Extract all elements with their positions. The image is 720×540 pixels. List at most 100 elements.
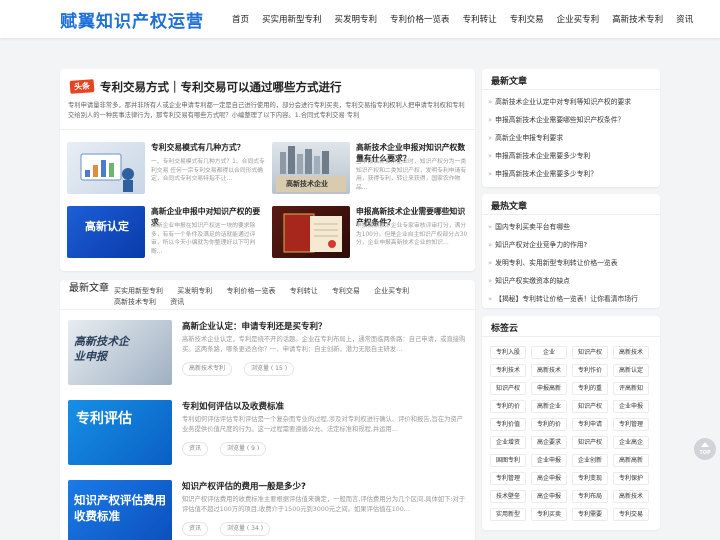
featured-summary: 专利申请量非常多，那并非所有人或企业申请专利都一定是自己进行使用的，部分会进行专… — [68, 102, 465, 119]
post-title[interactable]: 知识产权评估的费用一般是多少? — [182, 480, 306, 492]
tab-enterprise[interactable]: 企业买专利 — [374, 286, 409, 297]
featured-item-title[interactable]: 专利交易模式有几种方式？ — [151, 142, 267, 153]
tag-link[interactable]: 专利价值 — [490, 418, 526, 431]
tag-link[interactable]: 知识产权 — [490, 382, 526, 395]
tab-transfer[interactable]: 专利转让 — [290, 286, 318, 297]
tab-news[interactable]: 资讯 — [170, 297, 184, 308]
chart-illustration-icon — [80, 153, 134, 192]
tab-price-list[interactable]: 专利价格一览表 — [226, 286, 275, 297]
post-meta: 资讯 浏览量 ( 9 ) — [182, 442, 278, 456]
featured-thumbnail[interactable]: 高新认定 — [67, 206, 145, 258]
tag-link[interactable]: 知识产权 — [572, 346, 608, 359]
featured-item[interactable]: 申报高新技术企业需要哪些知识产权条件？ 申报高新技术企业专家审核评审打分，满分为… — [272, 206, 472, 262]
tag-link[interactable]: 专利作价 — [572, 364, 608, 377]
featured-thumbnail[interactable]: 高新技术企业 — [272, 142, 350, 194]
tag-link[interactable]: 专利变现 — [572, 472, 608, 485]
sidebar-link[interactable]: 申报高新技术企业需要多少专利？ — [488, 165, 656, 183]
tag-link[interactable]: 专利买卖 — [531, 508, 567, 521]
sidebar-link[interactable]: 申报高新技术企业需要哪些知识产权条件？ — [488, 111, 656, 129]
tag-link[interactable]: 国图专利 — [490, 454, 526, 467]
sidebar-link[interactable]: 知识产权对企业竞争力的作用? — [488, 236, 656, 254]
list-item[interactable]: 专利评估 专利如何评估以及收费标准 专利如何评估评估专利评估是一个复杂而专业的过… — [68, 400, 468, 468]
tag-link[interactable]: 专利交易 — [613, 508, 649, 521]
tag-link[interactable]: 专利管理 — [613, 418, 649, 431]
tag-link[interactable]: 实用新型 — [490, 508, 526, 521]
tag-link[interactable]: 高企申报 — [531, 490, 567, 503]
tag-link[interactable]: 高新认定 — [613, 364, 649, 377]
tag-link[interactable]: 评高新知 — [613, 382, 649, 395]
tag-link[interactable]: 高新技术 — [613, 346, 649, 359]
tag-link[interactable]: 知识产权 — [572, 436, 608, 449]
tag-link[interactable]: 专利入股 — [490, 346, 526, 359]
tag-link[interactable]: 专利保护 — [613, 472, 649, 485]
tag-link[interactable]: 企业高企 — [613, 436, 649, 449]
list-item[interactable]: 高新技术企业申报 高新企业认定：申请专利还是买专利？ 高新技术企业认定，专利是绕… — [68, 320, 468, 388]
tag-link[interactable]: 高新技术 — [613, 490, 649, 503]
featured-item[interactable]: 高新技术企业 高新技术企业申报对知识产权数量有什么要求？ 当申报高新技术企业时，… — [272, 142, 472, 198]
site-logo[interactable]: 赋翼知识产权运营 — [60, 7, 204, 32]
sidebar-popular-list: 国内专利买卖平台有哪些 知识产权对企业竞争力的作用? 发明专利、实用新型专利转让… — [488, 218, 656, 308]
nav-item-enterprise[interactable]: 企业买专利 — [557, 13, 600, 25]
tag-link[interactable]: 专利布局 — [572, 490, 608, 503]
tag-link[interactable]: 企业申报 — [531, 454, 567, 467]
scroll-top-button[interactable]: TOP — [694, 438, 716, 460]
tag-link[interactable]: 高企要求 — [531, 436, 567, 449]
tag-link[interactable]: 高企申报 — [531, 472, 567, 485]
sidebar-link[interactable]: 高新技术企业认定中对专利等知识产权的要求 — [488, 93, 656, 111]
sidebar-link[interactable]: 【揭秘】专利转让价格一览表！让你看清市场行 — [488, 290, 656, 308]
category-badge[interactable]: 高新技术专利 — [182, 362, 233, 376]
divider — [482, 89, 660, 90]
tab-hightech[interactable]: 高新技术专利 — [114, 297, 156, 308]
nav-item-hightech[interactable]: 高新技术专利 — [612, 13, 663, 25]
tag-link[interactable]: 专利技术 — [490, 364, 526, 377]
nav-item-news[interactable]: 资讯 — [676, 13, 693, 25]
tag-link[interactable]: 企业 — [531, 346, 567, 359]
nav-item-transfer[interactable]: 专利转让 — [463, 13, 497, 25]
tag-link[interactable]: 高新企业 — [531, 400, 567, 413]
tag-link[interactable]: 专利的价 — [490, 400, 526, 413]
tag-link[interactable]: 企业申报 — [613, 400, 649, 413]
tag-link[interactable]: 企业创新 — [572, 454, 608, 467]
nav-item-invention-patent[interactable]: 买发明专利 — [335, 13, 378, 25]
sidebar-link[interactable]: 高新企业申报专利要求 — [488, 129, 656, 147]
category-badge[interactable]: 资讯 — [182, 522, 209, 536]
tab-trade[interactable]: 专利交易 — [332, 286, 360, 297]
post-title[interactable]: 高新企业认定：申请专利还是买专利？ — [182, 320, 327, 332]
site-header: 赋翼知识产权运营 首页 买实用新型专利 买发明专利 专利价格一览表 专利转让 专… — [0, 0, 720, 38]
category-badge[interactable]: 资讯 — [182, 442, 209, 456]
sidebar-link[interactable]: 国内专利买卖平台有哪些 — [488, 218, 656, 236]
latest-header: 最新文章 买实用新型专利 买发明专利 专利价格一览表 专利转让 专利交易 企业买… — [60, 280, 475, 310]
featured-thumbnail[interactable] — [67, 142, 145, 194]
tag-link[interactable]: 知识产权 — [572, 400, 608, 413]
nav-item-price-list[interactable]: 专利价格一览表 — [390, 13, 450, 25]
featured-item[interactable]: 高新认定 高新企业申报中对知识产权的要求 高新企业申报在知识产权这一块的要求除多… — [67, 206, 267, 262]
tag-link[interactable]: 专利的价 — [531, 418, 567, 431]
thumbnail-caption: 高新技术企业申报 — [74, 335, 129, 363]
sidebar-link[interactable]: 申报高新技术企业需要多少专利 — [488, 147, 656, 165]
tag-link[interactable]: 高新高新 — [613, 454, 649, 467]
nav-item-utility-patent[interactable]: 买实用新型专利 — [262, 13, 322, 25]
post-title[interactable]: 专利如何评估以及收费标准 — [182, 400, 284, 412]
sidebar-link[interactable]: 知识产权实缴资本的缺点 — [488, 272, 656, 290]
tab-utility-patent[interactable]: 买实用新型专利 — [114, 286, 163, 297]
nav-item-home[interactable]: 首页 — [232, 13, 249, 25]
tag-link[interactable]: 专利的重 — [572, 382, 608, 395]
tag-link[interactable]: 专利申请 — [572, 418, 608, 431]
nav-item-trade[interactable]: 专利交易 — [510, 13, 544, 25]
post-thumbnail[interactable]: 高新技术企业申报 — [68, 320, 172, 385]
post-thumbnail[interactable]: 知识产权评估费用收费标准 — [68, 480, 172, 540]
tab-invention-patent[interactable]: 买发明专利 — [177, 286, 212, 297]
featured-item[interactable]: 专利交易模式有几种方式？ 一、专利交易模式有几种方式？1、合同式专利交易 任何一… — [67, 142, 267, 198]
post-thumbnail[interactable]: 专利评估 — [68, 400, 172, 465]
tag-link[interactable]: 技术壁垒 — [490, 490, 526, 503]
sidebar-link[interactable]: 发明专利、实用新型专利转让价格一览表 — [488, 254, 656, 272]
tag-link[interactable]: 申报高新 — [531, 382, 567, 395]
list-item[interactable]: 知识产权评估费用收费标准 知识产权评估的费用一般是多少? 知识产权评估费用的收费… — [68, 480, 468, 540]
tag-link[interactable]: 专利需要 — [572, 508, 608, 521]
featured-title[interactable]: 专利交易方式｜专利交易可以通过哪些方式进行 — [100, 79, 342, 95]
featured-thumbnail[interactable] — [272, 206, 350, 258]
view-count: 浏览量 ( 34 ) — [220, 522, 271, 536]
tag-link[interactable]: 高新技术 — [531, 364, 567, 377]
tag-link[interactable]: 专利管理 — [490, 472, 526, 485]
tag-link[interactable]: 企业增资 — [490, 436, 526, 449]
